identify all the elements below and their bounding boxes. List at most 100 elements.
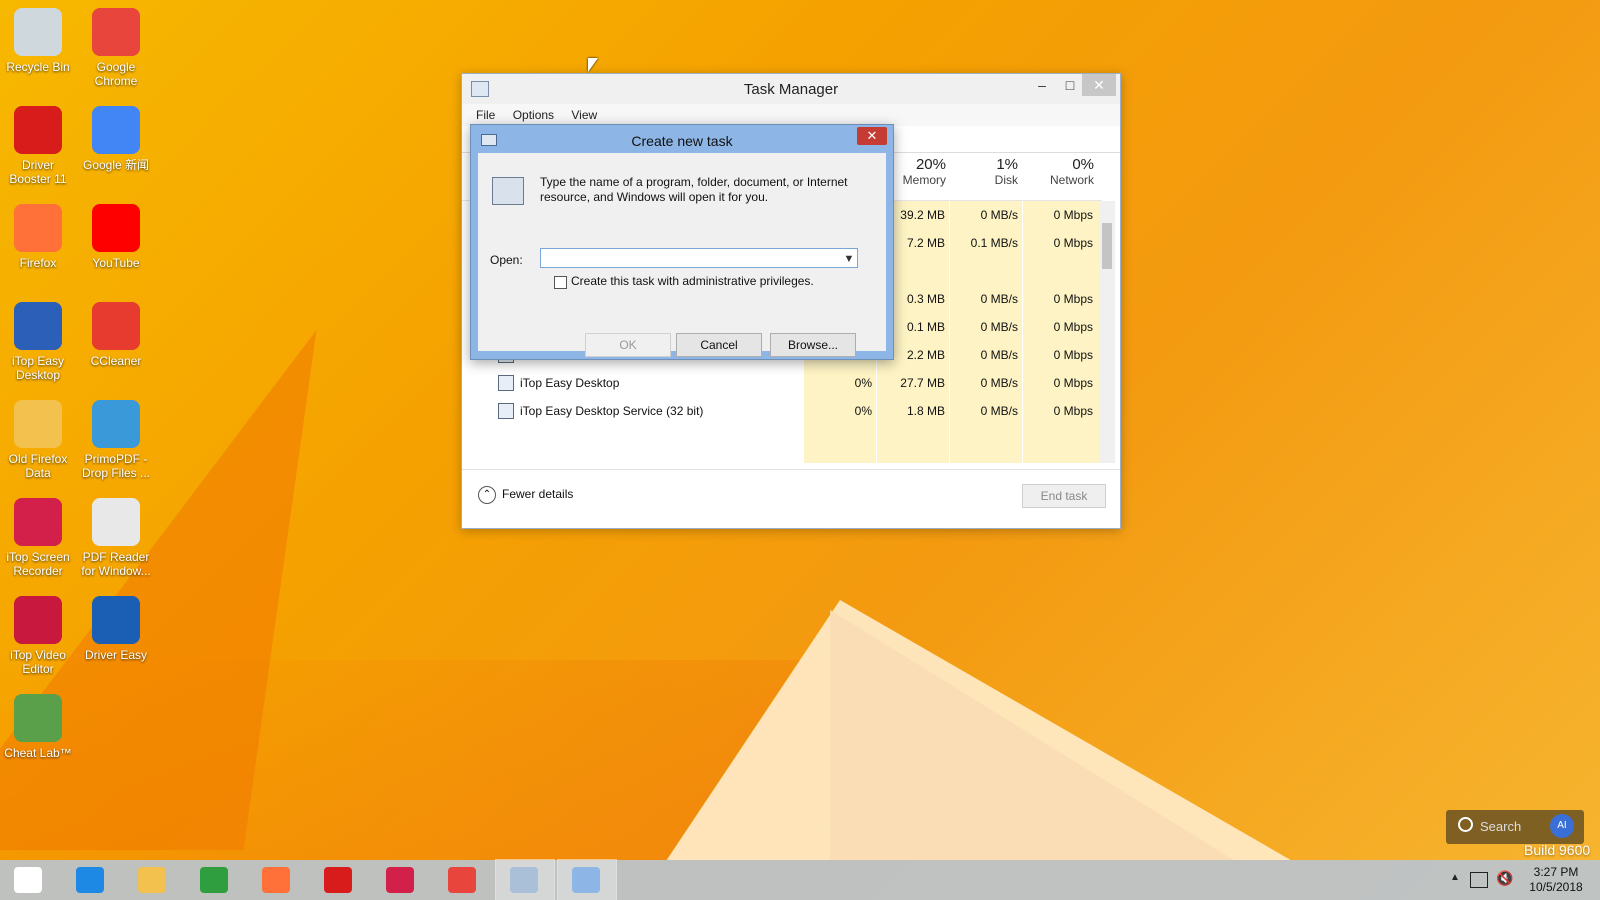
ccleaner-icon <box>92 302 140 350</box>
menu-file[interactable]: File <box>476 104 495 126</box>
process-name: iTop Easy Desktop <box>520 376 620 390</box>
primopdf-icon <box>92 400 140 448</box>
clock[interactable]: 3:27 PM 10/5/2018 <box>1520 865 1592 895</box>
disk-cell: 0 MB/s <box>980 348 1018 362</box>
network-cell: 0 Mbps <box>1053 208 1093 222</box>
cancel-button[interactable]: Cancel <box>676 333 762 357</box>
desktop-icon[interactable]: iTop Screen Recorder <box>0 494 76 578</box>
disk-column-header[interactable]: 1% Disk <box>952 156 1018 187</box>
close-button[interactable]: ✕ <box>1082 74 1116 96</box>
ai-assistant-icon[interactable]: AI <box>1550 814 1574 838</box>
desktop-icon-label: Google Chrome <box>94 60 138 88</box>
memory-label: Memory <box>902 173 946 187</box>
network-cell: 0 Mbps <box>1053 404 1093 418</box>
desktop-icon[interactable]: Old Firefox Data <box>0 396 76 480</box>
desktop-icon-label: Recycle Bin <box>6 60 70 74</box>
taskbar-button[interactable] <box>186 860 244 900</box>
cpu-cell: 0% <box>854 376 872 390</box>
cheat-lab-icon <box>14 694 62 742</box>
desktop-icon-label: iTop Easy Desktop <box>11 354 65 382</box>
taskbar-button[interactable] <box>248 860 306 900</box>
browse-button[interactable]: Browse... <box>770 333 856 357</box>
ok-button[interactable]: OK <box>585 333 671 357</box>
desktop-icon-label: Driver Easy <box>84 648 147 662</box>
taskbar-button[interactable] <box>434 860 492 900</box>
driver-booster-icon <box>14 106 62 154</box>
open-input[interactable] <box>540 248 858 268</box>
admin-privileges-label[interactable]: Create this task with administrative pri… <box>571 274 814 288</box>
process-list-scrollbar[interactable] <box>1099 201 1115 463</box>
desktop-icon[interactable]: iTop Video Editor <box>0 592 76 676</box>
disk-label: Disk <box>994 173 1018 187</box>
disk-percent: 1% <box>996 156 1018 173</box>
desktop-icon[interactable]: Google 新闻 <box>78 102 154 172</box>
desktop-icon-label: iTop Screen Recorder <box>6 550 70 578</box>
mouse-cursor <box>588 58 598 72</box>
task-manager-title: Task Manager <box>743 81 839 98</box>
taskbar-button[interactable] <box>62 860 120 900</box>
dialog-body: Type the name of a program, folder, docu… <box>478 153 886 357</box>
desktop-icon[interactable]: YouTube <box>78 200 154 270</box>
taskbar-button[interactable] <box>372 860 430 900</box>
desktop: Recycle Bin Google Chrome Driver Booster 1… <box>0 0 1600 860</box>
desktop-icon[interactable]: PrimoPDF - Drop Files ... <box>78 396 154 480</box>
desktop-icon-label: Cheat Lab™ <box>4 746 72 760</box>
task-manager-titlebar[interactable]: Task Manager – □ ✕ <box>462 74 1120 104</box>
desktop-icon[interactable]: Recycle Bin <box>0 4 76 74</box>
process-icon <box>498 403 514 419</box>
desktop-icon[interactable]: Driver Easy <box>78 592 154 662</box>
volume-icon[interactable]: 🔇 <box>1496 870 1513 887</box>
desktop-icon[interactable]: iTop Easy Desktop <box>0 298 76 382</box>
open-label: Open: <box>490 253 523 267</box>
folder-icon <box>14 400 62 448</box>
disk-cell: 0 MB/s <box>980 208 1018 222</box>
menu-options[interactable]: Options <box>513 104 554 126</box>
menu-view[interactable]: View <box>571 104 597 126</box>
taskbar: ▲ 🔇 3:27 PM 10/5/2018 <box>0 859 1600 900</box>
minimize-button[interactable]: – <box>1028 74 1056 96</box>
taskbar-button[interactable] <box>557 859 617 900</box>
desktop-icon[interactable]: Google Chrome <box>78 4 154 88</box>
network-cell: 0 Mbps <box>1053 348 1093 362</box>
chevron-down-icon[interactable]: ▼ <box>841 249 857 269</box>
dialog-close-button[interactable]: ✕ <box>857 127 887 145</box>
desktop-icon[interactable]: Cheat Lab™ <box>0 690 76 760</box>
taskbar-button[interactable] <box>124 860 182 900</box>
build-watermark: Build 9600 <box>1524 842 1591 858</box>
desktop-icon[interactable]: Driver Booster 11 <box>0 102 76 186</box>
desktop-icon[interactable]: CCleaner <box>78 298 154 368</box>
process-name: iTop Easy Desktop Service (32 bit) <box>520 404 704 418</box>
desktop-icon[interactable]: PDF Reader for Window... <box>78 494 154 578</box>
taskbar-button[interactable] <box>495 859 555 900</box>
chrome-icon <box>92 8 140 56</box>
maximize-button[interactable]: □ <box>1056 74 1084 96</box>
create-new-task-dialog[interactable]: Create new task ✕ Type the name of a pro… <box>470 124 894 360</box>
end-task-button[interactable]: End task <box>1022 484 1106 508</box>
firefox-icon <box>262 867 290 893</box>
itop-screen-recorder-icon <box>14 498 62 546</box>
network-column-header[interactable]: 0% Network <box>1024 156 1094 187</box>
desktop-icon[interactable]: Firefox <box>0 200 76 270</box>
taskbar-button[interactable] <box>0 860 58 900</box>
fewer-details-label: Fewer details <box>502 487 574 502</box>
desktop-icon-label: PrimoPDF - Drop Files ... <box>81 452 150 480</box>
driver-booster-icon <box>324 867 352 893</box>
desktop-icon-label: Google 新闻 <box>82 158 150 172</box>
store-icon <box>200 867 228 893</box>
network-icon[interactable] <box>1470 872 1488 888</box>
show-hidden-icons-button[interactable]: ▲ <box>1450 872 1460 883</box>
scrollbar-thumb[interactable] <box>1102 223 1112 269</box>
search-icon <box>1458 817 1473 832</box>
table-row[interactable]: iTop Easy Desktop 0% 27.7 MB 0 MB/s 0 Mbps <box>462 369 1102 397</box>
admin-privileges-checkbox[interactable] <box>554 276 567 289</box>
fewer-details-link[interactable]: ⌃ Fewer details <box>478 486 573 504</box>
search-placeholder: Search <box>1480 819 1522 834</box>
cpu-cell: 0% <box>854 404 872 418</box>
search-widget[interactable]: Search AI <box>1446 810 1584 844</box>
firefox-icon <box>14 204 62 252</box>
network-cell: 0 Mbps <box>1053 376 1093 390</box>
taskbar-button[interactable] <box>310 860 368 900</box>
table-row[interactable]: iTop Easy Desktop Service (32 bit) 0% 1.8 … <box>462 397 1102 425</box>
disk-cell: 0.1 MB/s <box>970 236 1018 250</box>
disk-cell: 0 MB/s <box>980 376 1018 390</box>
